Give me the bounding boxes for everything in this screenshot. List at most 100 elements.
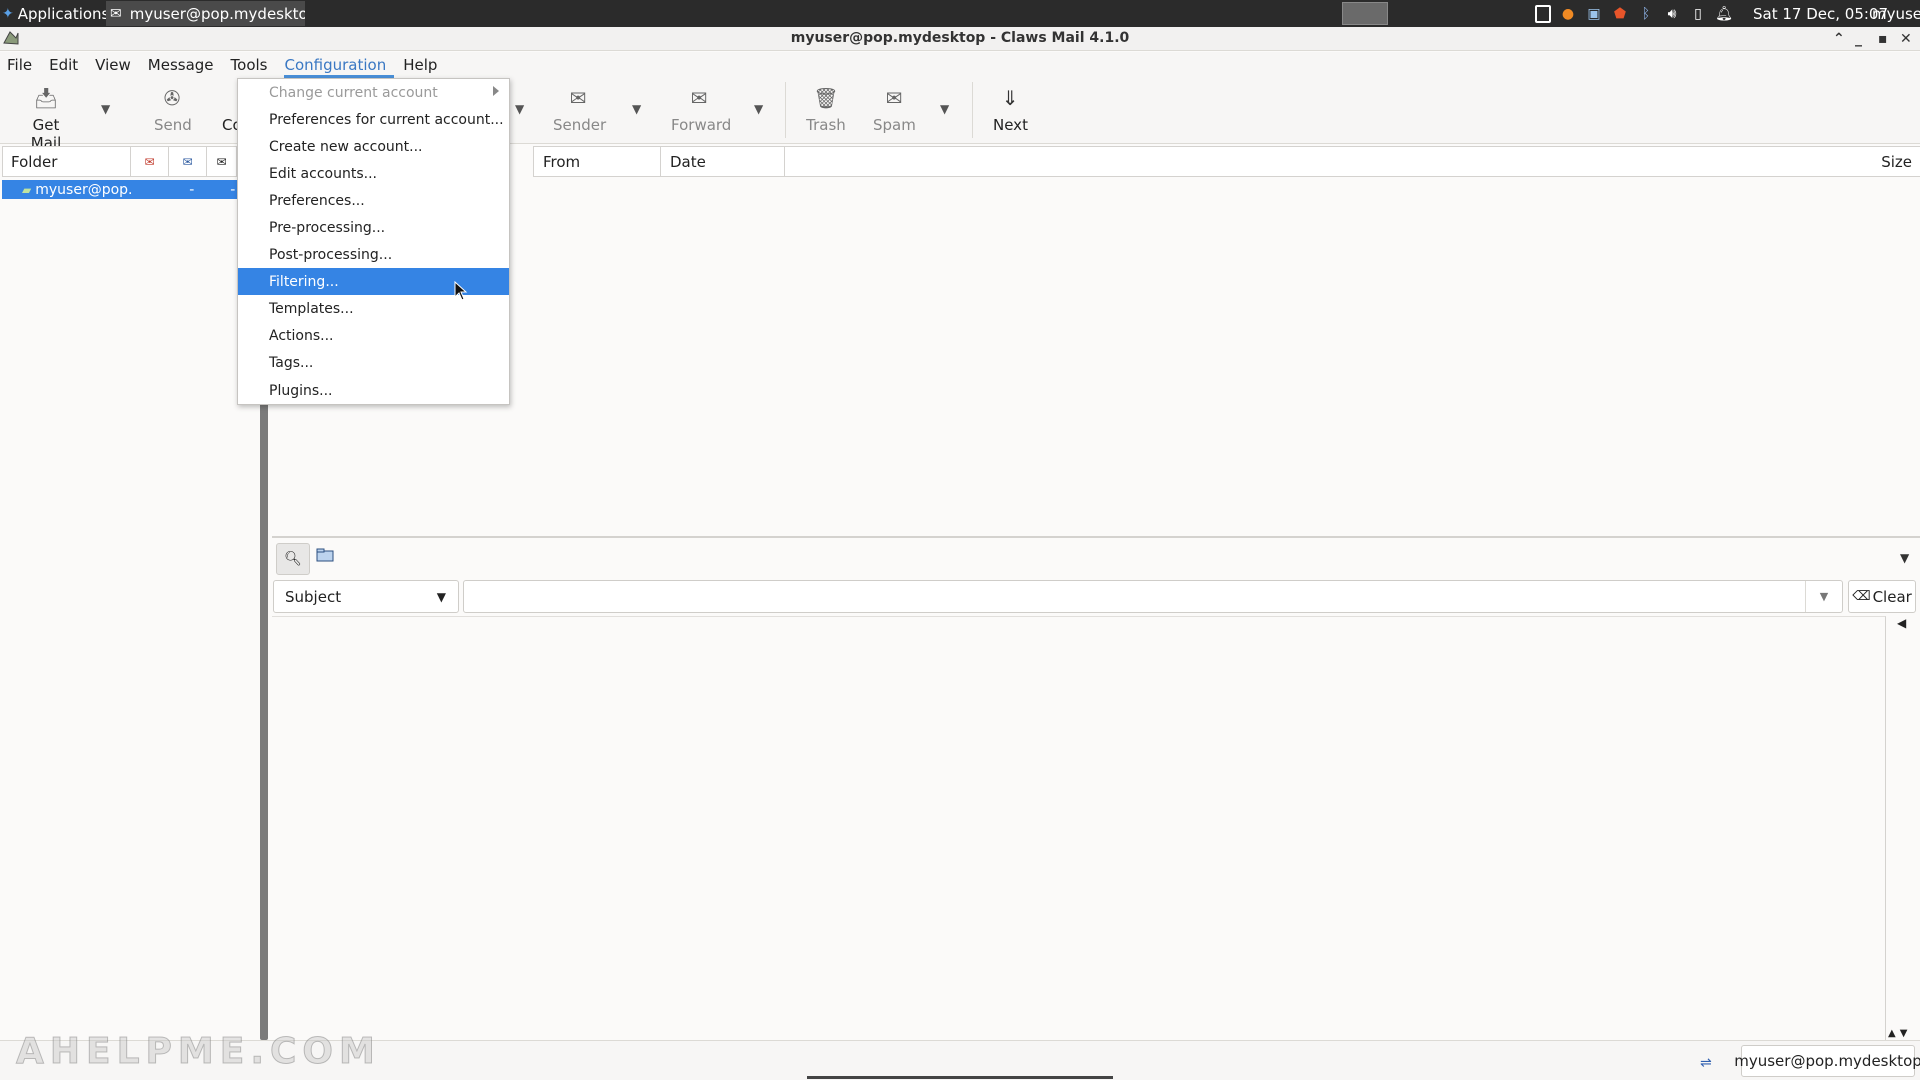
search-type-select[interactable]: Subject ▼ <box>273 580 459 613</box>
window-title: myuser@pop.mydesktop - Claws Mail 4.1.0 <box>790 30 1130 46</box>
date-column-header[interactable]: Date <box>660 147 784 176</box>
menu-item-actions[interactable]: Actions... <box>238 322 509 349</box>
spam-label: Spam <box>873 116 916 134</box>
size-column-header[interactable]: Size <box>784 147 1920 176</box>
applications-icon: ✦ <box>2 6 14 22</box>
menu-item-label: Preferences for current account... <box>269 111 504 128</box>
pane-splitter[interactable] <box>260 400 268 1040</box>
folder-row-mailbox[interactable]: ▰ myuser@pop. - - <box>2 180 238 199</box>
forward-icon: ✉ <box>690 86 708 110</box>
menu-item-preferences[interactable]: Preferences... <box>238 187 509 214</box>
menu-file[interactable]: File <box>7 52 40 78</box>
mouse-cursor-icon <box>454 281 468 301</box>
search-type-value: Subject <box>285 587 342 606</box>
progress-bar <box>807 1076 1113 1079</box>
shield-icon[interactable]: ⬟ <box>1611 5 1629 23</box>
from-column-header[interactable]: From <box>533 147 660 176</box>
menu-item-pre-processing[interactable]: Pre-processing... <box>238 214 509 241</box>
user-menu[interactable]: myuser <box>1872 5 1920 23</box>
menu-help[interactable]: Help <box>403 52 445 78</box>
clock[interactable]: Sat 17 Dec, 05:07 <box>1753 5 1888 23</box>
message-list[interactable] <box>272 178 1920 538</box>
spam-icon: ✉ <box>885 86 903 110</box>
battery-icon[interactable]: ▯ <box>1689 5 1707 23</box>
volume-icon[interactable]: 🔊︎ <box>1663 5 1681 23</box>
search-icon: 🔍︎ <box>284 551 302 567</box>
menu-item-templates[interactable]: Templates... <box>238 295 509 322</box>
menu-message[interactable]: Message <box>148 52 222 78</box>
folder-column-header[interactable]: Folder <box>3 147 131 176</box>
menu-item-label: Actions... <box>269 327 334 344</box>
menu-configuration[interactable]: Configuration <box>284 52 395 78</box>
get-mail-dropdown-icon[interactable]: ▼ <box>101 102 110 116</box>
new-column-icon[interactable]: ✉ <box>169 147 207 176</box>
online-status-icon[interactable]: ⇌ <box>1700 1055 1712 1071</box>
notes-icon[interactable] <box>1535 5 1551 23</box>
menu-item-label: Post-processing... <box>269 246 393 263</box>
forward-dropdown-icon[interactable]: ▼ <box>754 102 763 116</box>
applications-menu[interactable]: ✦ Applications ⁝ <box>2 3 117 25</box>
get-mail-button[interactable]: 📥︎ Get Mail <box>18 86 74 152</box>
maximize-window-icon[interactable]: ▪ <box>1878 28 1888 50</box>
clear-icon: ⌫ <box>1852 589 1871 604</box>
close-window-icon[interactable]: ✕ <box>1900 28 1912 50</box>
spam-dropdown-icon[interactable]: ▼ <box>940 102 949 116</box>
menu-view[interactable]: View <box>95 52 139 78</box>
compose-icon <box>222 86 238 110</box>
next-arrow-icon: ⇓ <box>1001 86 1019 110</box>
scroll-up-down-arrows-icon[interactable]: ▲▼ <box>1888 1028 1911 1039</box>
menu-item-tags[interactable]: Tags... <box>238 349 509 376</box>
quick-search-toggle-button[interactable]: 🔍︎ <box>276 543 310 575</box>
menu-item-label: Pre-processing... <box>269 219 386 236</box>
scroll-left-arrow-icon[interactable]: ◀ <box>1897 616 1906 630</box>
spam-button[interactable]: ✉ Spam <box>873 86 916 134</box>
trash-label: Trash <box>806 116 846 134</box>
clear-label: Clear <box>1872 587 1912 606</box>
top-panel: ✦ Applications ⁝ ✉ myuser@pop.mydesktop … <box>0 0 1920 27</box>
menu-item-create-new-account[interactable]: Create new account... <box>238 133 509 160</box>
folder-total-count: - <box>230 181 236 198</box>
applications-label: Applications <box>17 5 110 23</box>
taskbar-window-button[interactable]: ✉ myuser@pop.mydesktop ... <box>106 1 305 26</box>
forward-button[interactable]: ✉ Forward <box>671 86 731 134</box>
reply-to-sender-button[interactable]: ✉ Sender <box>553 86 606 134</box>
claws-mail-app-icon <box>3 31 19 45</box>
menu-item-change-current-account[interactable]: Change current account <box>238 79 509 106</box>
watermark-logo: AHELPME.COM <box>16 1031 381 1073</box>
search-history-dropdown-icon[interactable]: ▼ <box>1805 581 1842 612</box>
workspace-switcher[interactable] <box>1342 2 1388 25</box>
clear-search-button[interactable]: ⌫ Clear <box>1848 580 1916 613</box>
notification-bell-icon[interactable]: 🔔︎ <box>1715 5 1733 23</box>
reply-dropdown-icon[interactable]: ▼ <box>515 102 524 116</box>
menu-item-preferences-current-account[interactable]: Preferences for current account... <box>238 106 509 133</box>
menu-item-label: Create new account... <box>269 138 423 155</box>
total-column-icon[interactable]: ✉ <box>207 147 237 176</box>
send-button[interactable]: ✇ Send <box>154 86 192 134</box>
firefox-icon[interactable]: ● <box>1559 5 1577 23</box>
menu-edit[interactable]: Edit <box>49 52 86 78</box>
quick-search-expand-icon[interactable]: ▼ <box>1900 551 1909 565</box>
menu-item-post-processing[interactable]: Post-processing... <box>238 241 509 268</box>
menu-item-plugins[interactable]: Plugins... <box>238 377 509 404</box>
bluetooth-icon[interactable]: ᛒ <box>1637 5 1655 23</box>
menu-tools[interactable]: Tools <box>231 52 276 78</box>
mailbox-folder-icon: ▰ <box>22 182 32 197</box>
quick-search-input[interactable] <box>463 580 1843 613</box>
taskbar-window-label: myuser@pop.mydesktop ... <box>129 4 305 23</box>
toolbar-separator <box>972 82 973 138</box>
compose-button[interactable]: Co <box>222 86 238 134</box>
collapse-window-icon[interactable]: ⌃ <box>1833 28 1845 50</box>
unread-column-icon[interactable]: ✉ <box>131 147 169 176</box>
menu-item-filtering[interactable]: Filtering... <box>238 268 509 295</box>
folder-search-icon[interactable] <box>316 548 334 562</box>
next-label: Next <box>993 116 1028 134</box>
menu-item-edit-accounts[interactable]: Edit accounts... <box>238 160 509 187</box>
account-selector-button[interactable]: myuser@pop.mydesktop <box>1734 1045 1920 1077</box>
network-icon[interactable]: ▣ <box>1585 5 1603 23</box>
window-titlebar[interactable]: myuser@pop.mydesktop - Claws Mail 4.1.0 … <box>0 27 1920 51</box>
minimize-window-icon[interactable]: _ <box>1855 28 1862 50</box>
trash-button[interactable]: 🗑︎ Trash <box>806 86 846 134</box>
message-view[interactable] <box>272 616 1886 1040</box>
sender-dropdown-icon[interactable]: ▼ <box>632 102 641 116</box>
next-button[interactable]: ⇓ Next <box>993 86 1028 134</box>
